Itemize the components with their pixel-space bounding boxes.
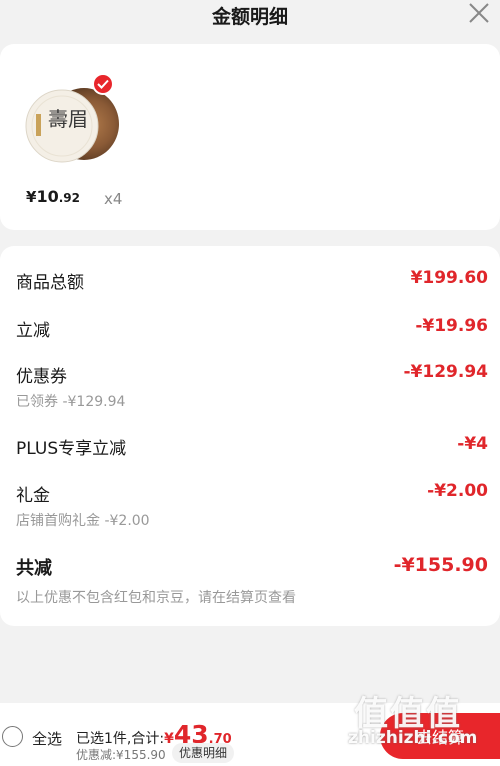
product-card: 壽眉 ¥10.92 x4 — [0, 44, 500, 230]
close-icon[interactable] — [466, 0, 492, 26]
price-integer: 10 — [36, 187, 59, 206]
instant-discount-value: -¥19.96 — [415, 316, 488, 336]
coupon-label: 优惠券 — [16, 367, 67, 387]
goods-total-label: 商品总额 — [16, 273, 84, 293]
gift-money-value: -¥2.00 — [427, 481, 488, 501]
discount-text: 优惠减:¥155.90 — [76, 748, 166, 762]
gift-money-sub: 店铺首购礼金 -¥2.00 — [16, 513, 150, 529]
gift-money-label: 礼金 — [16, 486, 50, 506]
header: 金额明细 — [0, 0, 500, 30]
amount-detail-card: 商品总额 ¥199.60 立减 -¥19.96 优惠券 -¥129.94 已领券… — [0, 246, 500, 626]
checkout-button[interactable]: 去结算 — [380, 713, 500, 759]
instant-discount-label: 立减 — [16, 321, 50, 341]
checkout-label: 去结算 — [415, 728, 464, 747]
total-discount-label: 共减 — [16, 558, 52, 579]
goods-total-value: ¥199.60 — [410, 268, 488, 288]
total-discount-value: -¥155.90 — [393, 554, 488, 576]
summary-prefix: 已选1件,合计: — [76, 731, 165, 747]
coupon-sub: 已领券 -¥129.94 — [16, 394, 126, 410]
page-title: 金额明细 — [211, 6, 288, 28]
product-price: ¥10.92 — [26, 187, 80, 206]
discount-detail-button[interactable]: 优惠明细 — [172, 743, 235, 763]
price-decimal: .92 — [58, 191, 80, 205]
coupon-value: -¥129.94 — [403, 362, 489, 382]
bottom-bar: 全选 已选1件,合计:¥43.70 优惠减:¥155.90 优惠明细 去结算 — [0, 703, 500, 766]
total-symbol: ¥ — [164, 731, 174, 747]
svg-text:壽眉: 壽眉 — [48, 107, 88, 131]
select-all-label[interactable]: 全选 — [32, 728, 62, 749]
selected-check-icon[interactable] — [92, 73, 114, 95]
select-all-radio[interactable] — [2, 726, 23, 747]
price-symbol: ¥ — [26, 188, 37, 206]
product-quantity: x4 — [104, 190, 123, 208]
plus-discount-label: PLUS专享立减 — [16, 439, 127, 459]
total-discount-note: 以上优惠不包含红包和京豆，请在结算页查看 — [16, 590, 296, 606]
plus-discount-value: -¥4 — [457, 434, 488, 454]
